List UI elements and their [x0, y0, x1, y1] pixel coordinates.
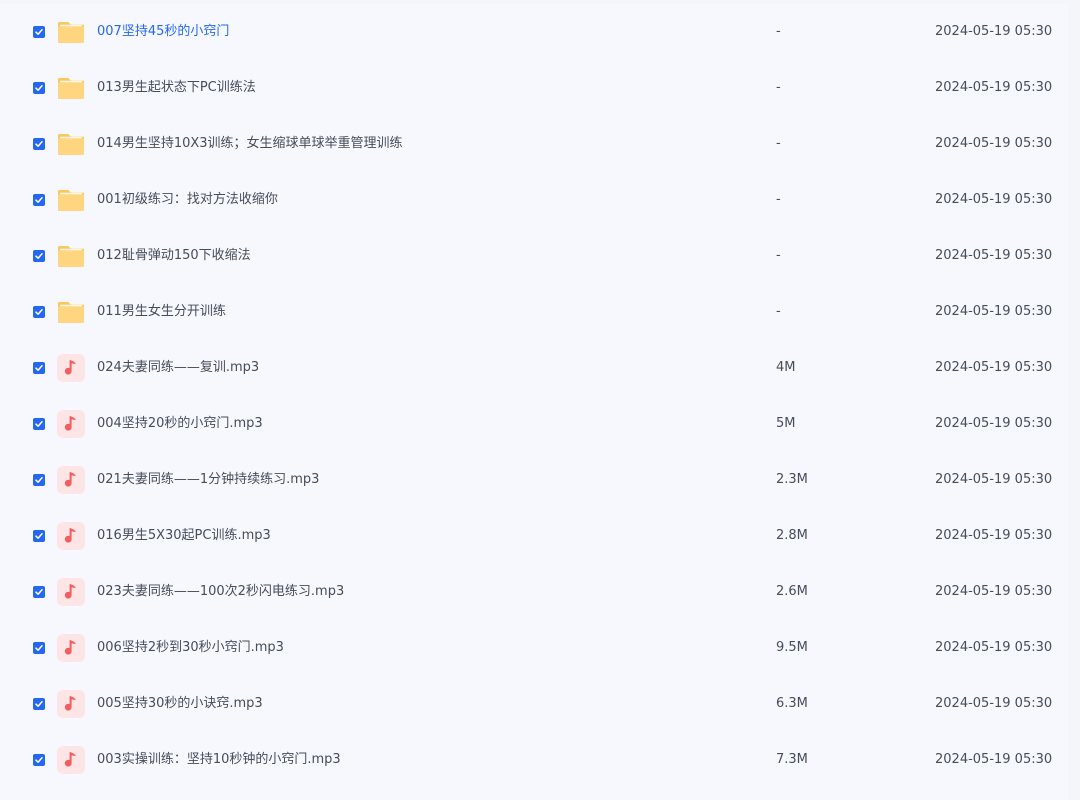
file-size: -	[776, 24, 781, 39]
file-name-link[interactable]: 023夫妻同练——100次2秒闪电练习.mp3	[97, 583, 344, 601]
modified-date: 2024-05-19 05:30	[935, 416, 1053, 431]
file-name-link[interactable]: 024夫妻同练——复训.mp3	[97, 359, 259, 377]
folder-icon	[57, 74, 85, 102]
file-size: -	[776, 136, 781, 151]
file-size: 7.3M	[776, 752, 808, 767]
row-checkbox[interactable]	[33, 530, 45, 542]
modified-date: 2024-05-19 05:30	[935, 752, 1053, 767]
file-row[interactable]: 016男生5X30起PC训练.mp3 2.8M 2024-05-19 05:30	[0, 508, 1068, 564]
file-row[interactable]: 013男生起状态下PC训练法 - 2024-05-19 05:30	[0, 60, 1068, 116]
modified-date: 2024-05-19 05:30	[935, 192, 1053, 207]
music-note-icon	[57, 522, 85, 550]
file-row[interactable]: 005坚持30秒的小诀窍.mp3 6.3M 2024-05-19 05:30	[0, 676, 1068, 732]
music-note-icon	[57, 746, 85, 774]
file-size: 9.5M	[776, 640, 808, 655]
row-checkbox[interactable]	[33, 26, 45, 38]
row-checkbox[interactable]	[33, 82, 45, 94]
file-row[interactable]: 021夫妻同练——1分钟持续练习.mp3 2.3M 2024-05-19 05:30	[0, 452, 1068, 508]
file-name-link[interactable]: 004坚持20秒的小窍门.mp3	[97, 415, 263, 433]
file-name-link[interactable]: 005坚持30秒的小诀窍.mp3	[97, 695, 263, 713]
row-checkbox[interactable]	[33, 138, 45, 150]
row-checkbox[interactable]	[33, 250, 45, 262]
row-checkbox[interactable]	[33, 306, 45, 318]
modified-date: 2024-05-19 05:30	[935, 24, 1053, 39]
row-checkbox[interactable]	[33, 754, 45, 766]
file-row[interactable]: 011男生女生分开训练 - 2024-05-19 05:30	[0, 284, 1068, 340]
row-checkbox[interactable]	[33, 474, 45, 486]
file-size: 2.3M	[776, 472, 808, 487]
folder-icon	[57, 18, 85, 46]
music-note-icon	[57, 690, 85, 718]
modified-date: 2024-05-19 05:30	[935, 528, 1053, 543]
music-note-icon	[57, 354, 85, 382]
row-checkbox[interactable]	[33, 586, 45, 598]
file-name-link[interactable]: 021夫妻同练——1分钟持续练习.mp3	[97, 471, 319, 489]
file-size: -	[776, 192, 781, 207]
file-row[interactable]: 024夫妻同练——复训.mp3 4M 2024-05-19 05:30	[0, 340, 1068, 396]
file-list: 007坚持45秒的小窍门 -2024-05-19 05:30 013男生起状态下PC…	[0, 4, 1068, 800]
file-row[interactable]: 007坚持45秒的小窍门 - 2024-05-19 05:30	[0, 4, 1068, 60]
modified-date: 2024-05-19 05:30	[935, 640, 1053, 655]
folder-icon	[57, 186, 85, 214]
row-checkbox[interactable]	[33, 418, 45, 430]
file-row[interactable]: 014男生坚持10X3训练；女生缩球单球举重管理训练 - 2024-05-19 05…	[0, 116, 1068, 172]
row-checkbox[interactable]	[33, 362, 45, 374]
modified-date: 2024-05-19 05:30	[935, 360, 1053, 375]
file-size: 6.3M	[776, 696, 808, 711]
modified-date: 2024-05-19 05:30	[935, 472, 1053, 487]
music-note-icon	[57, 634, 85, 662]
music-note-icon	[57, 410, 85, 438]
file-size: 5M	[776, 416, 796, 431]
file-name-link[interactable]: 007坚持45秒的小窍门	[97, 23, 229, 41]
file-name-link[interactable]: 011男生女生分开训练	[97, 303, 226, 321]
file-name-link[interactable]: 003实操训练：坚持10秒钟的小窍门.mp3	[97, 751, 341, 769]
modified-date: 2024-05-19 05:30	[935, 136, 1053, 151]
folder-icon	[57, 242, 85, 270]
file-size: -	[776, 80, 781, 95]
modified-date: 2024-05-19 05:30	[935, 80, 1053, 95]
music-note-icon	[57, 578, 85, 606]
row-checkbox[interactable]	[33, 194, 45, 206]
file-row[interactable]: 001初级练习：找对方法收缩你 - 2024-05-19 05:30	[0, 172, 1068, 228]
modified-date: 2024-05-19 05:30	[935, 248, 1053, 263]
folder-icon	[57, 298, 85, 326]
row-checkbox[interactable]	[33, 698, 45, 710]
file-row[interactable]: 003实操训练：坚持10秒钟的小窍门.mp3 7.3M 2024-05-19 05:…	[0, 732, 1068, 788]
modified-date: 2024-05-19 05:30	[935, 304, 1053, 319]
music-note-icon	[57, 466, 85, 494]
file-name-link[interactable]: 012耻骨弹动150下收缩法	[97, 247, 251, 265]
file-name-link[interactable]: 006坚持2秒到30秒小窍门.mp3	[97, 639, 284, 657]
file-name-link[interactable]: 013男生起状态下PC训练法	[97, 79, 256, 97]
file-row[interactable]: 023夫妻同练——100次2秒闪电练习.mp3 2.6M 2024-05-19 05…	[0, 564, 1068, 620]
modified-date: 2024-05-19 05:30	[935, 696, 1053, 711]
modified-date: 2024-05-19 05:30	[935, 584, 1053, 599]
file-size: -	[776, 304, 781, 319]
file-name-link[interactable]: 014男生坚持10X3训练；女生缩球单球举重管理训练	[97, 135, 403, 153]
file-row[interactable]: 006坚持2秒到30秒小窍门.mp3 9.5M 2024-05-19 05:30	[0, 620, 1068, 676]
file-name-link[interactable]: 016男生5X30起PC训练.mp3	[97, 527, 271, 545]
file-row[interactable]: 012耻骨弹动150下收缩法 - 2024-05-19 05:30	[0, 228, 1068, 284]
row-checkbox[interactable]	[33, 642, 45, 654]
file-size: -	[776, 248, 781, 263]
file-name-link[interactable]: 001初级练习：找对方法收缩你	[97, 191, 278, 209]
file-size: 4M	[776, 360, 796, 375]
folder-icon	[57, 130, 85, 158]
file-size: 2.8M	[776, 528, 808, 543]
file-row[interactable]: 004坚持20秒的小窍门.mp3 5M 2024-05-19 05:30	[0, 396, 1068, 452]
file-size: 2.6M	[776, 584, 808, 599]
